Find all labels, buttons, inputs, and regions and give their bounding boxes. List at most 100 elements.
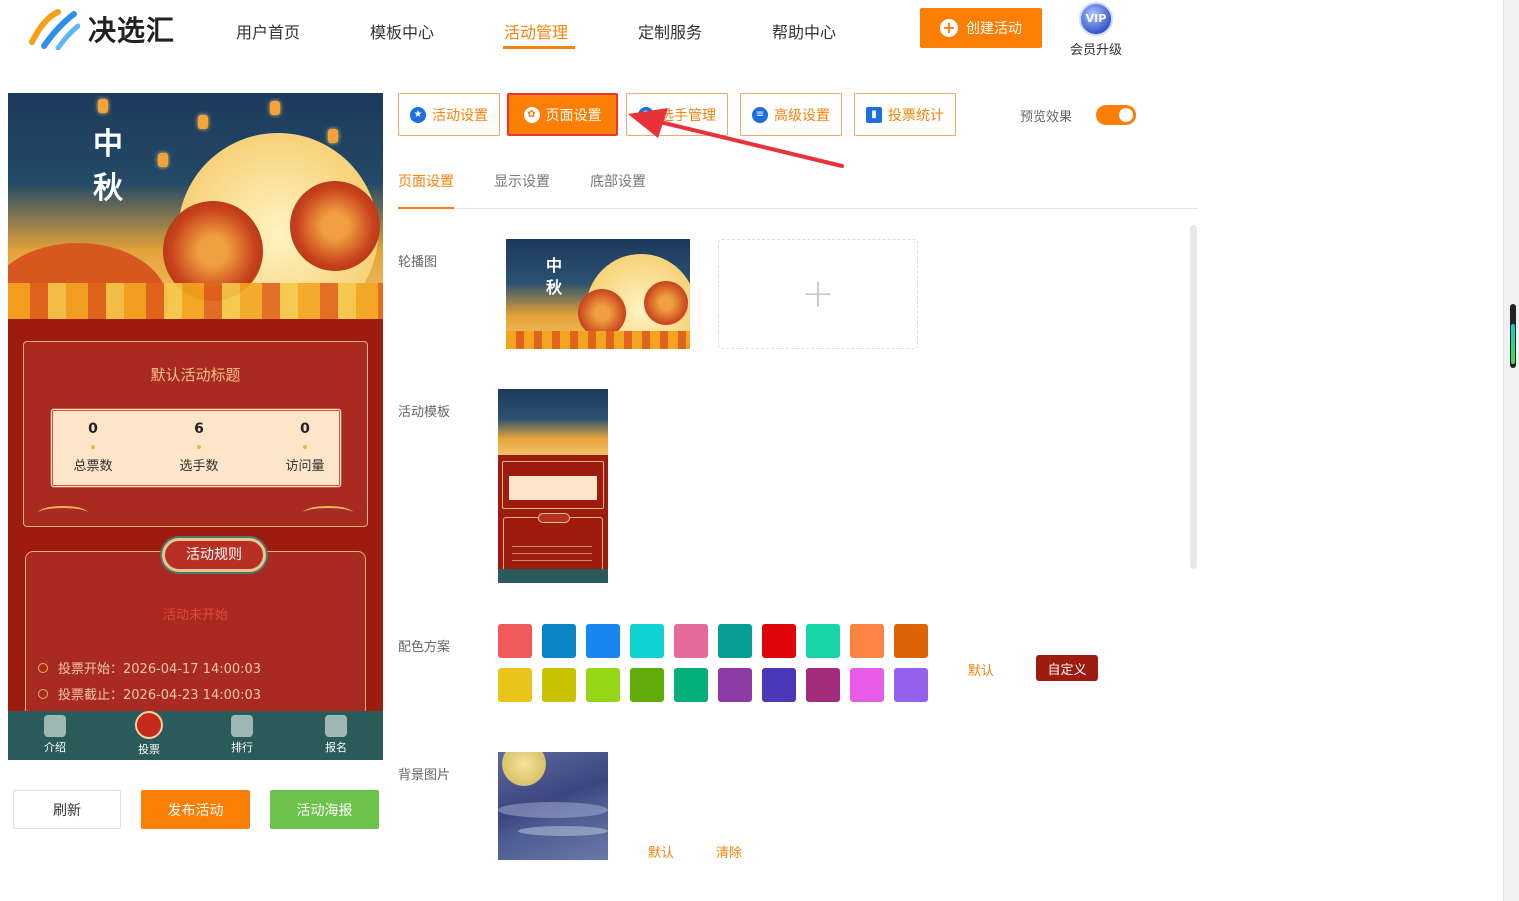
color-swatch[interactable] — [586, 624, 620, 658]
add-carousel-image-button[interactable]: + — [718, 239, 918, 349]
subtab-active-indicator — [398, 207, 454, 209]
bg-cloud — [518, 826, 608, 836]
bar-chart-icon: ▮ — [866, 106, 882, 123]
preview-tab-vote[interactable]: 投票 — [119, 711, 179, 757]
color-custom-button[interactable]: 自定义 — [1036, 655, 1098, 681]
settings-scrollbar[interactable] — [1190, 225, 1197, 569]
lantern-icon — [158, 153, 168, 167]
preview-toggle-label: 预览效果 — [1020, 110, 1073, 125]
tab-page-settings[interactable]: ✿ 页面设置 — [507, 93, 618, 136]
vote-end-row: 投票截止：2026-04-23 14:00:03 — [38, 684, 261, 703]
activity-poster-button[interactable]: 活动海报 — [270, 790, 379, 829]
template-thumb-rules — [503, 513, 603, 571]
color-swatch[interactable] — [762, 624, 796, 658]
subtab-page-settings[interactable]: 页面设置 — [398, 171, 454, 191]
background-image-label: 背景图片 — [398, 768, 451, 783]
banner-title-char: 秋 — [93, 171, 123, 206]
color-swatch[interactable] — [806, 668, 840, 702]
tab-label: 活动设置 — [432, 107, 488, 124]
activity-template-thumbnail[interactable] — [498, 389, 608, 583]
stat-label: 访问量 — [285, 459, 325, 474]
nav-help-center[interactable]: 帮助中心 — [772, 19, 836, 43]
preview-tab-signup[interactable]: 报名 — [306, 715, 366, 755]
refresh-button[interactable]: 刷新 — [13, 790, 121, 829]
color-swatch[interactable] — [630, 624, 664, 658]
template-thumb-banner — [498, 389, 608, 455]
subtab-display-settings[interactable]: 显示设置 — [494, 171, 550, 191]
vote-icon — [135, 711, 163, 739]
color-swatch[interactable] — [542, 668, 576, 702]
nav-template-center[interactable]: 模板中心 — [370, 19, 434, 43]
megaphone-icon — [44, 715, 66, 737]
thumb-title-char: 秋 — [546, 278, 563, 297]
star-icon: ★ — [410, 106, 426, 123]
vote-start-row: 投票开始：2026-04-17 14:00:03 — [38, 658, 261, 677]
thumb-flowers — [506, 331, 690, 349]
lantern-icon — [328, 129, 338, 143]
gear-icon: ✿ — [523, 106, 540, 123]
preview-tabbar: 介绍 投票 排行 报名 — [8, 711, 383, 760]
stat-visits: 0 访问量 — [265, 421, 345, 474]
preview-tab-intro[interactable]: 介绍 — [25, 715, 85, 755]
template-thumb-pill — [538, 513, 570, 523]
create-activity-label: 创建活动 — [966, 21, 1022, 37]
color-swatch[interactable] — [718, 668, 752, 702]
stat-label: 总票数 — [73, 459, 113, 474]
activity-summary-card: 默认活动标题 0 总票数 6 选手数 0 访问量 — [23, 341, 368, 527]
color-swatch[interactable] — [850, 624, 884, 658]
create-activity-button[interactable]: + 创建活动 — [920, 8, 1042, 48]
graduation-cap-icon — [325, 715, 347, 737]
color-swatch[interactable] — [674, 668, 708, 702]
page-scrollbar-thumb[interactable] — [1510, 304, 1516, 368]
page-scrollbar[interactable] — [1503, 0, 1519, 901]
color-swatch[interactable] — [586, 668, 620, 702]
color-swatch[interactable] — [498, 624, 532, 658]
tab-activity-settings[interactable]: ★ 活动设置 — [398, 93, 500, 136]
background-default-link[interactable]: 默认 — [648, 842, 674, 861]
preview-toggle-switch[interactable] — [1096, 105, 1136, 125]
stat-value: 0 — [300, 421, 310, 437]
color-swatch[interactable] — [630, 668, 664, 702]
stat-value: 0 — [88, 421, 98, 437]
vip-badge-icon: VIP — [1079, 2, 1113, 36]
top-header: 决选汇 用户首页 模板中心 活动管理 定制服务 帮助中心 + 创建活动 VIP … — [0, 0, 1500, 60]
tab-label: 页面设置 — [545, 107, 602, 124]
stat-dot — [303, 445, 307, 449]
nav-custom-service[interactable]: 定制服务 — [638, 19, 702, 43]
color-swatch[interactable] — [542, 624, 576, 658]
activity-status: 活动未开始 — [162, 608, 228, 623]
nav-activity-management[interactable]: 活动管理 — [504, 19, 568, 43]
vip-upgrade[interactable]: VIP 会员升级 — [1068, 2, 1124, 58]
tab-label: 投票统计 — [888, 107, 944, 124]
clock-icon — [38, 662, 48, 673]
preview-tab-ranking[interactable]: 排行 — [212, 715, 272, 755]
color-swatch[interactable] — [498, 668, 532, 702]
stat-contestants: 6 选手数 — [159, 421, 239, 474]
stat-dot — [91, 445, 95, 449]
stats-box: 0 总票数 6 选手数 0 访问量 — [50, 408, 342, 488]
color-swatch[interactable] — [674, 624, 708, 658]
subtab-footer-settings[interactable]: 底部设置 — [590, 171, 646, 191]
color-swatch[interactable] — [894, 668, 928, 702]
publish-activity-button[interactable]: 发布活动 — [141, 790, 250, 829]
vip-upgrade-label: 会员升级 — [1069, 43, 1122, 58]
color-default-link[interactable]: 默认 — [968, 660, 994, 679]
cloud-ornament-icon — [38, 506, 88, 520]
background-clear-link[interactable]: 清除 — [716, 842, 742, 861]
bg-moon — [502, 752, 546, 786]
banner-flowers — [8, 283, 383, 319]
rules-title: 活动规则 — [162, 538, 266, 572]
color-swatch[interactable] — [762, 668, 796, 702]
carousel-image-thumbnail[interactable]: 中 秋 — [506, 239, 690, 349]
color-swatch[interactable] — [850, 668, 884, 702]
tab-vote-statistics[interactable]: ▮ 投票统计 — [854, 93, 956, 136]
brand-logo[interactable]: 决选汇 — [28, 8, 176, 51]
background-image-thumbnail[interactable] — [498, 752, 608, 860]
color-swatch[interactable] — [894, 624, 928, 658]
banner-drum — [290, 181, 380, 271]
color-swatch[interactable] — [806, 624, 840, 658]
cloud-ornament-icon — [303, 506, 353, 520]
brand-name: 决选汇 — [88, 14, 176, 47]
nav-user-home[interactable]: 用户首页 — [236, 19, 300, 43]
color-swatch[interactable] — [718, 624, 752, 658]
